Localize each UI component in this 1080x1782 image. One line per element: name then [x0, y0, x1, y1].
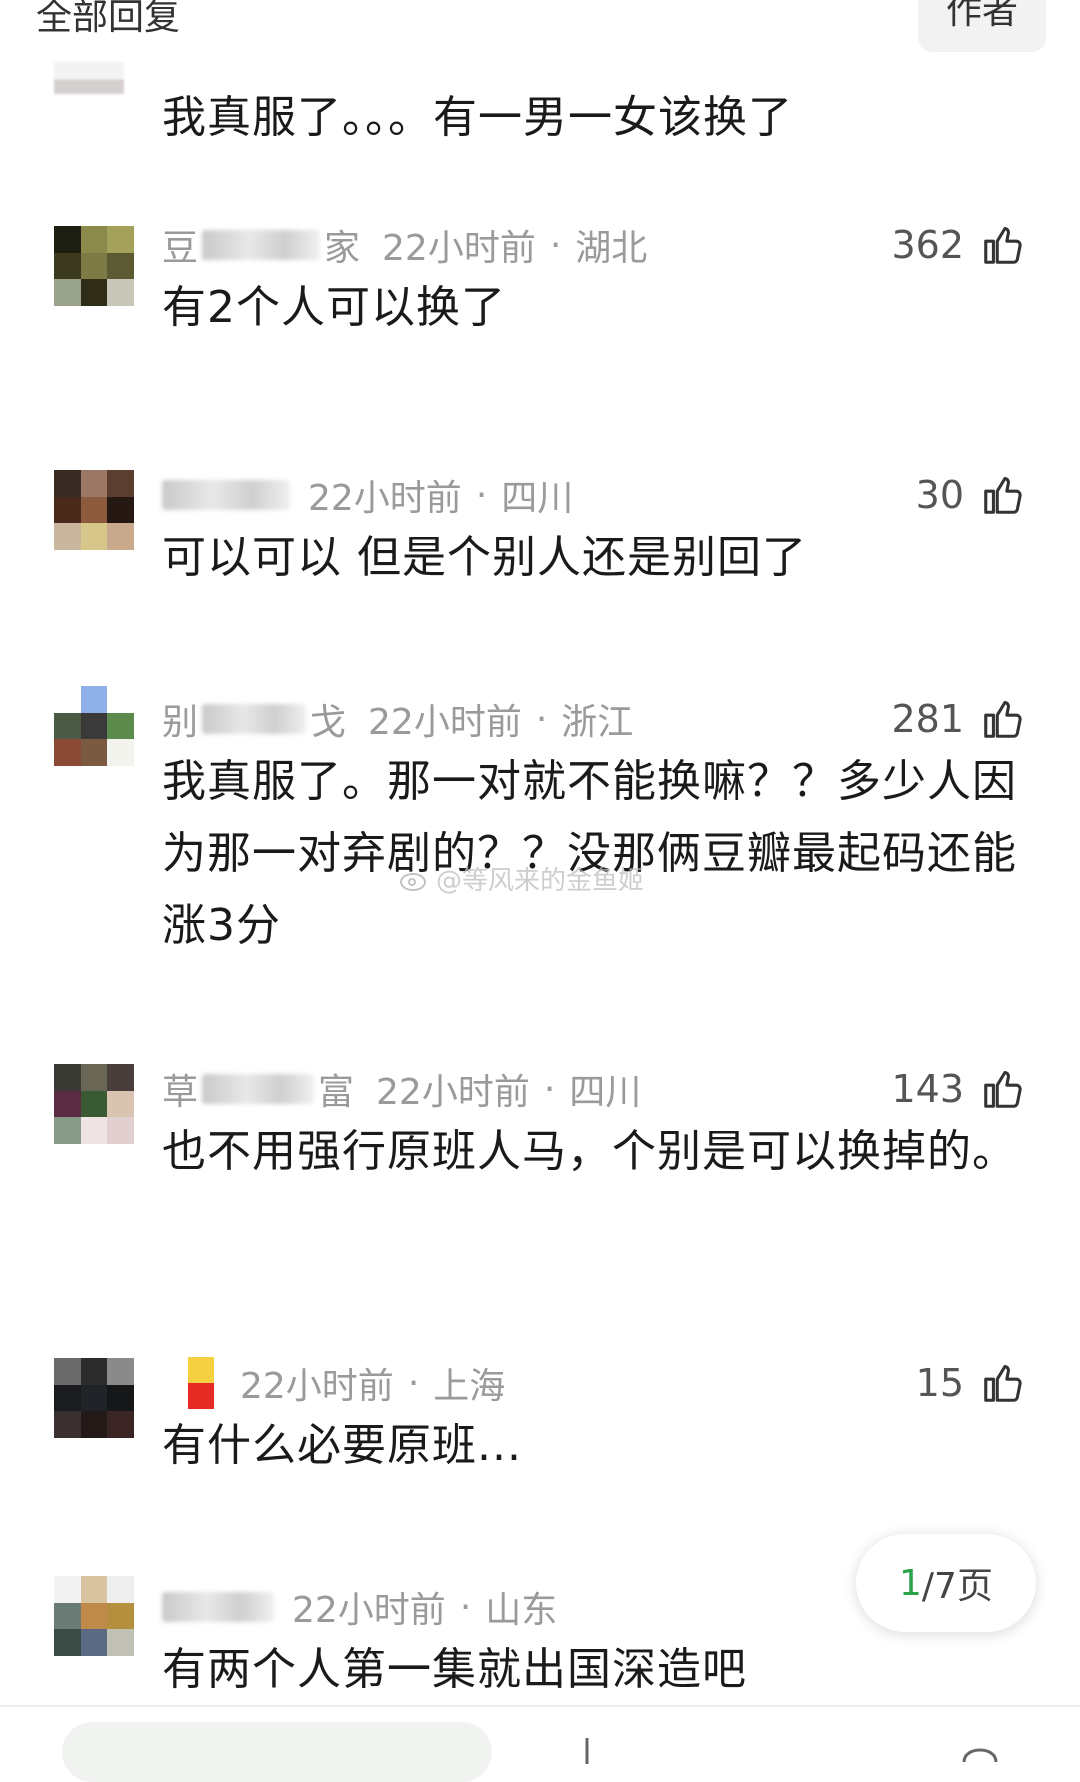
like-button[interactable]: 281	[891, 694, 1026, 744]
username-fragment: 家	[324, 228, 361, 269]
avatar[interactable]	[54, 62, 124, 94]
timestamp: 22小时前	[308, 478, 462, 519]
like-button[interactable]: 15	[916, 1358, 1026, 1408]
like-count: 30	[915, 473, 964, 517]
like-count: 143	[891, 1067, 964, 1111]
comment-meta: 豆 家 22小时前 · 湖北	[162, 220, 647, 270]
separator: ·	[549, 224, 562, 266]
username-blurred[interactable]	[202, 1074, 315, 1104]
timestamp: 22小时前	[368, 702, 522, 743]
location: 上海	[433, 1366, 506, 1407]
avatar[interactable]	[54, 226, 134, 306]
like-button[interactable]: 143	[891, 1064, 1026, 1114]
comment-icon[interactable]	[960, 1736, 1000, 1766]
separator: ·	[475, 474, 488, 516]
timestamp: 22小时前	[376, 1072, 530, 1113]
separator: ·	[459, 1586, 472, 1628]
reply-text: 我真服了。。。有一男一女该换了	[162, 92, 793, 143]
location: 湖北	[575, 228, 648, 269]
avatar[interactable]	[54, 470, 134, 550]
comment-text: 有什么必要原班...	[162, 1420, 522, 1471]
thumbs-up-icon	[984, 476, 1022, 514]
username-blurred[interactable]	[202, 704, 307, 734]
avatar[interactable]	[54, 1358, 134, 1438]
page-title: 全部回复	[36, 0, 181, 38]
watermark-text: @等风来的金鱼姬	[436, 866, 645, 896]
comment-meta: 别 戈 22小时前 · 浙江	[162, 694, 633, 744]
username-blurred[interactable]	[202, 230, 321, 260]
timestamp: 22小时前	[292, 1590, 446, 1631]
like-button[interactable]: 362	[891, 220, 1026, 270]
total-pages: /7页	[921, 1566, 993, 1607]
username-fragment: 草	[162, 1072, 199, 1113]
timestamp: 22小时前	[240, 1366, 394, 1407]
location: 四川	[569, 1072, 642, 1113]
watermark: @等风来的金鱼姬	[400, 860, 644, 897]
comment-meta: 22小时前 · 山东	[162, 1582, 557, 1632]
thumbs-up-icon	[984, 226, 1022, 264]
share-icon[interactable]	[572, 1736, 602, 1766]
page-indicator[interactable]: 1 /7页	[856, 1534, 1036, 1632]
separator: ·	[407, 1362, 420, 1404]
comment-text: 也不用强行原班人马，个别是可以换掉的。	[162, 1126, 1017, 1177]
like-count: 15	[915, 1361, 964, 1405]
weibo-icon	[400, 872, 426, 891]
thumbs-up-icon	[984, 1070, 1022, 1108]
reply-input[interactable]	[62, 1722, 492, 1782]
username-blurred[interactable]	[188, 1357, 214, 1409]
location: 浙江	[561, 702, 634, 743]
like-count: 281	[891, 697, 964, 741]
username-blurred[interactable]	[162, 480, 290, 510]
comment-text: 有2个人可以换了	[162, 282, 506, 333]
like-button[interactable]: 30	[916, 470, 1026, 520]
thumbs-up-icon	[984, 1364, 1022, 1402]
username-blurred[interactable]	[162, 1592, 274, 1622]
timestamp: 22小时前	[382, 228, 536, 269]
separator: ·	[535, 698, 548, 740]
username-fragment: 富	[318, 1072, 355, 1113]
divider	[0, 1705, 1080, 1707]
thumbs-up-icon	[984, 700, 1022, 738]
username-fragment: 豆	[162, 228, 199, 269]
author-filter-tab[interactable]: 作者	[918, 0, 1046, 52]
like-count: 362	[891, 223, 964, 267]
comment-text: 我真服了。那一对就不能换嘛？？多少人因为那一对弃剧的？？没那俩豆瓣最起码还能涨3…	[162, 756, 1017, 951]
current-page: 1	[899, 1562, 922, 1604]
username-fragment: 别	[162, 702, 199, 743]
location: 山东	[485, 1590, 558, 1631]
avatar[interactable]	[54, 686, 134, 766]
avatar[interactable]	[54, 1576, 134, 1656]
username-fragment: 戈	[310, 702, 347, 743]
comment-text: 有两个人第一集就出国深造吧	[162, 1644, 747, 1695]
comment-meta: 草 富 22小时前 · 四川	[162, 1064, 641, 1114]
comment-meta: 22小时前 · 上海	[162, 1357, 506, 1409]
location: 四川	[501, 478, 574, 519]
comment-meta: 22小时前 · 四川	[162, 470, 573, 520]
separator: ·	[543, 1068, 556, 1110]
avatar[interactable]	[54, 1064, 134, 1144]
comment-text: 可以可以 但是个别人还是别回了	[162, 532, 807, 583]
